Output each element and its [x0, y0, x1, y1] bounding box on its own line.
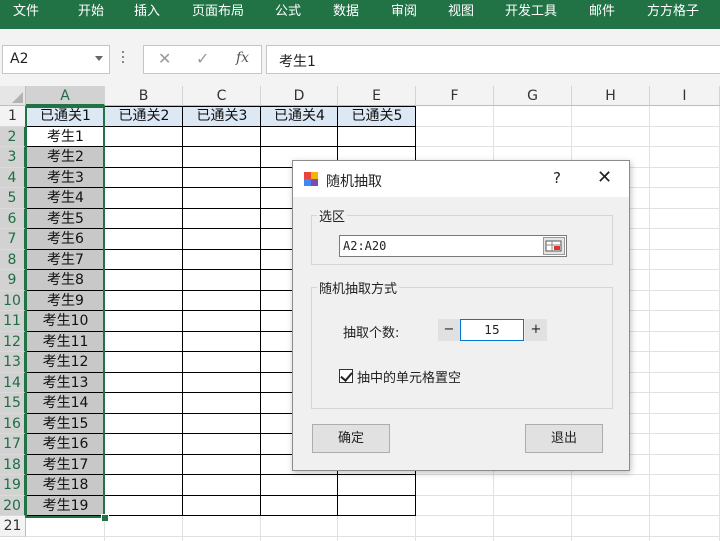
range-input[interactable]: A2:A20 [339, 235, 567, 257]
cell-header-4[interactable]: 已通关4 [261, 106, 338, 127]
row-header-1[interactable]: 1 [0, 106, 26, 127]
count-label: 抽取个数: [343, 326, 400, 341]
cell-header-2[interactable]: 已通关2 [105, 106, 183, 127]
range-value: A2:A20 [343, 239, 387, 253]
row-header-18[interactable]: 18 [0, 454, 26, 475]
row-header-11[interactable]: 11 [0, 311, 26, 332]
tab-formulas[interactable]: 公式 [275, 0, 301, 29]
row-header-5[interactable]: 5 [0, 188, 26, 209]
row-header-17[interactable]: 17 [0, 434, 26, 455]
row-header-10[interactable]: 10 [0, 290, 26, 311]
tab-data[interactable]: 数据 [333, 0, 359, 29]
row-header-20[interactable]: 20 [0, 495, 26, 516]
row-header-4[interactable]: 4 [0, 167, 26, 188]
row-header-9[interactable]: 9 [0, 270, 26, 291]
row-header-21[interactable]: 21 [0, 516, 26, 537]
drag-handle-icon[interactable] [122, 51, 125, 65]
decrement-button[interactable]: − [438, 319, 460, 341]
gridline [649, 106, 650, 541]
tab-fangfang-gezi[interactable]: 方方格子 [647, 0, 699, 29]
dialog-title: 随机抽取 [326, 174, 382, 190]
tab-home[interactable]: 开始 [78, 0, 104, 29]
row-header-19[interactable]: 19 [0, 475, 26, 496]
dialog-title-bar: 随机抽取 ? ✕ [293, 161, 629, 197]
column-header-g[interactable]: G [494, 86, 572, 106]
count-input[interactable]: 15 [460, 319, 524, 341]
insert-function-icon[interactable]: fx [236, 50, 249, 66]
cell-header-3[interactable]: 已通关3 [183, 106, 261, 127]
column-header-h[interactable]: H [572, 86, 650, 106]
tab-insert[interactable]: 插入 [134, 0, 160, 29]
clear-cells-label[interactable]: 抽中的单元格置空 [357, 367, 461, 386]
select-all-button[interactable] [0, 86, 26, 106]
ok-button[interactable]: 确定 [312, 424, 390, 453]
row-header-6[interactable]: 6 [0, 208, 26, 229]
formula-bar-area: A2 ✕ ✓ fx 考生1 [0, 29, 720, 86]
table-border [260, 106, 261, 516]
name-box-value: A2 [10, 51, 29, 67]
formula-content: 考生1 [279, 54, 316, 70]
range-select-icon [545, 240, 562, 252]
cell-header-5[interactable]: 已通关5 [338, 106, 416, 127]
range-picker-button[interactable] [543, 237, 565, 255]
formula-buttons: ✕ ✓ fx [143, 45, 262, 74]
table-border [182, 106, 183, 516]
row-header-3[interactable]: 3 [0, 147, 26, 168]
row-header-15[interactable]: 15 [0, 393, 26, 414]
fill-handle[interactable] [101, 514, 109, 522]
app-icon [304, 172, 318, 186]
cancel-icon[interactable]: ✕ [158, 49, 171, 68]
column-header-a[interactable]: A [26, 86, 105, 106]
column-header-f[interactable]: F [416, 86, 494, 106]
name-box[interactable]: A2 [2, 45, 110, 74]
tab-developer[interactable]: 开发工具 [505, 0, 557, 29]
checkmark-icon [340, 369, 353, 382]
row-header-13[interactable]: 13 [0, 352, 26, 373]
row-header-7[interactable]: 7 [0, 229, 26, 250]
row-header-16[interactable]: 16 [0, 413, 26, 434]
clear-cells-checkbox[interactable] [339, 369, 353, 383]
selection-border [25, 106, 105, 518]
method-group [311, 287, 613, 409]
column-header-e[interactable]: E [338, 86, 416, 106]
exit-button[interactable]: 退出 [525, 424, 603, 453]
row-header-2[interactable]: 2 [0, 126, 26, 147]
close-button[interactable]: ✕ [597, 167, 612, 188]
chevron-down-icon[interactable] [95, 56, 103, 61]
tab-mailings[interactable]: 邮件 [589, 0, 615, 29]
tab-view[interactable]: 视图 [448, 0, 474, 29]
column-header-b[interactable]: B [105, 86, 183, 106]
enter-icon[interactable]: ✓ [196, 49, 209, 68]
tab-review[interactable]: 审阅 [391, 0, 417, 29]
method-group-label: 随机抽取方式 [317, 278, 400, 297]
tab-file[interactable]: 文件 [13, 0, 39, 29]
help-button[interactable]: ? [553, 169, 561, 187]
gridline [26, 535, 720, 537]
row-header-8[interactable]: 8 [0, 249, 26, 270]
selection-group-label: 选区 [317, 206, 348, 225]
column-header-c[interactable]: C [183, 86, 261, 106]
tab-page-layout[interactable]: 页面布局 [192, 0, 244, 29]
row-header-14[interactable]: 14 [0, 372, 26, 393]
increment-button[interactable]: + [525, 319, 547, 341]
ribbon-tab-bar: 文件 开始 插入 页面布局 公式 数据 审阅 视图 开发工具 邮件 方方格子 [0, 0, 720, 29]
column-header-i[interactable]: I [650, 86, 720, 106]
row-header-12[interactable]: 12 [0, 331, 26, 352]
formula-input[interactable]: 考生1 [266, 45, 720, 74]
column-header-d[interactable]: D [261, 86, 338, 106]
random-pick-dialog: 随机抽取 ? ✕ 选区 A2:A20 随机抽取方式 抽取个数: − 15 + 抽… [292, 160, 630, 471]
